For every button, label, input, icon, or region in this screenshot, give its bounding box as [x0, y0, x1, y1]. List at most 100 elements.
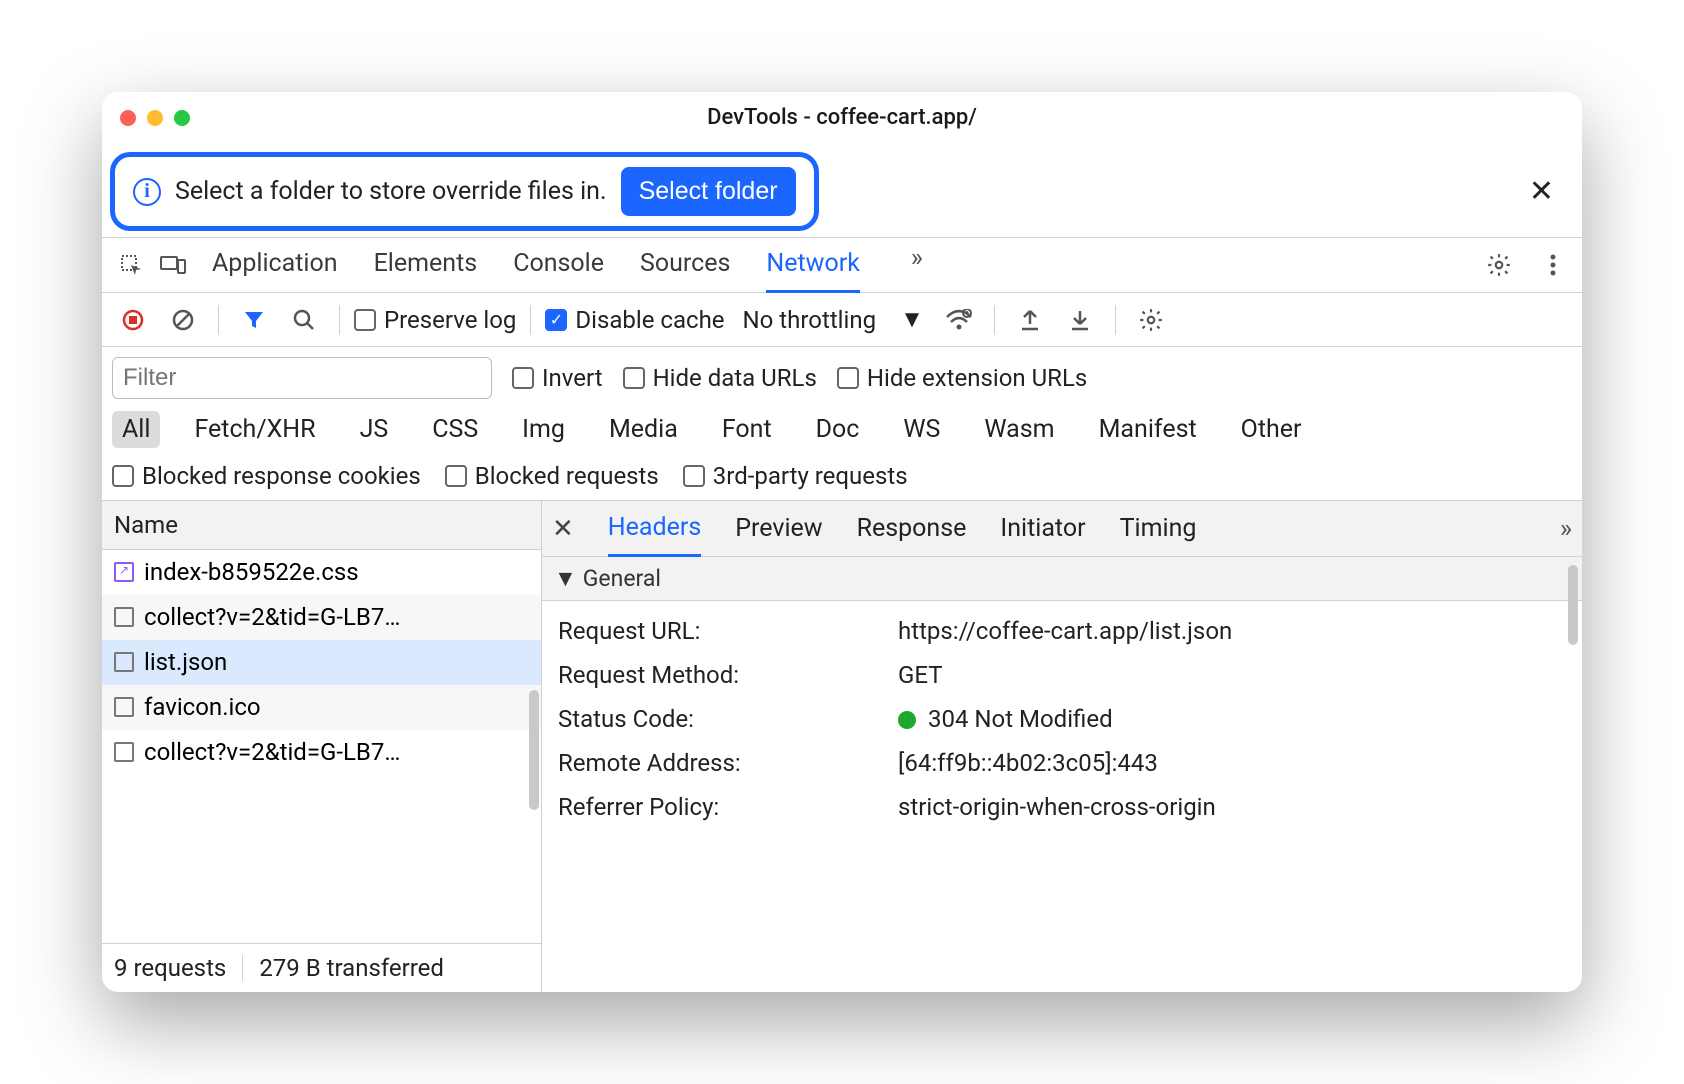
- select-folder-button[interactable]: Select folder: [621, 167, 796, 216]
- network-toolbar: Preserve log ✓Disable cache No throttlin…: [102, 293, 1582, 347]
- more-detail-tabs-icon[interactable]: »: [1560, 514, 1572, 544]
- detail-tab-preview[interactable]: Preview: [735, 502, 822, 555]
- inspect-element-icon[interactable]: [110, 244, 152, 286]
- window-title: DevTools - coffee-cart.app/: [707, 105, 977, 130]
- preserve-log-checkbox[interactable]: Preserve log: [354, 306, 516, 334]
- field-request-url: Request URL:https://coffee-cart.app/list…: [558, 609, 1566, 653]
- info-icon: i: [133, 178, 161, 206]
- type-img[interactable]: Img: [512, 411, 575, 448]
- detail-tab-response[interactable]: Response: [857, 502, 967, 555]
- file-icon: [114, 697, 134, 717]
- status-dot-icon: [898, 711, 916, 729]
- disable-cache-label: Disable cache: [575, 306, 724, 334]
- search-icon[interactable]: [283, 299, 325, 341]
- field-status-code: Status Code:304 Not Modified: [558, 697, 1566, 741]
- main-tabs-row: Application Elements Console Sources Net…: [102, 237, 1582, 293]
- type-doc[interactable]: Doc: [806, 411, 870, 448]
- file-icon: [114, 742, 134, 762]
- requests-pane: Name index-b859522e.css collect?v=2&tid=…: [102, 501, 542, 992]
- disclosure-triangle-icon: ▼: [554, 565, 577, 592]
- maximize-window-button[interactable]: [174, 110, 190, 126]
- type-manifest[interactable]: Manifest: [1089, 411, 1207, 448]
- type-other[interactable]: Other: [1231, 411, 1312, 448]
- tab-application[interactable]: Application: [212, 237, 338, 293]
- infobar-message: Select a folder to store override files …: [175, 177, 607, 206]
- transferred-size: 279 B transferred: [259, 954, 444, 982]
- type-ws[interactable]: WS: [893, 411, 950, 448]
- detail-tab-initiator[interactable]: Initiator: [1000, 502, 1085, 555]
- detail-tabs: ✕ Headers Preview Response Initiator Tim…: [542, 501, 1582, 557]
- close-window-button[interactable]: [120, 110, 136, 126]
- minimize-window-button[interactable]: [147, 110, 163, 126]
- device-toggle-icon[interactable]: [152, 244, 194, 286]
- request-row[interactable]: favicon.ico: [102, 685, 541, 730]
- tab-console[interactable]: Console: [513, 237, 604, 293]
- tab-elements[interactable]: Elements: [374, 237, 478, 293]
- download-har-icon[interactable]: [1059, 299, 1101, 341]
- network-settings-icon[interactable]: [1130, 299, 1172, 341]
- type-js[interactable]: JS: [350, 411, 399, 448]
- blocked-requests-checkbox[interactable]: Blocked requests: [445, 462, 659, 490]
- general-section-header[interactable]: ▼ General: [542, 557, 1582, 601]
- general-fields: Request URL:https://coffee-cart.app/list…: [542, 601, 1582, 837]
- type-all[interactable]: All: [112, 411, 160, 448]
- field-remote-address: Remote Address:[64:ff9b::4b02:3c05]:443: [558, 741, 1566, 785]
- detail-tab-timing[interactable]: Timing: [1120, 502, 1197, 555]
- type-font[interactable]: Font: [712, 411, 782, 448]
- network-conditions-icon[interactable]: [938, 299, 980, 341]
- invert-checkbox[interactable]: Invert: [512, 364, 603, 392]
- filter-row: Invert Hide data URLs Hide extension URL…: [102, 347, 1582, 405]
- more-tabs-icon[interactable]: »: [896, 237, 938, 279]
- type-filters: All Fetch/XHR JS CSS Img Media Font Doc …: [102, 405, 1582, 454]
- titlebar: DevTools - coffee-cart.app/: [102, 92, 1582, 144]
- detail-tab-headers[interactable]: Headers: [608, 501, 701, 557]
- detail-body: ▼ General Request URL:https://coffee-car…: [542, 557, 1582, 992]
- throttling-select[interactable]: No throttling ▼: [743, 305, 924, 334]
- settings-icon[interactable]: [1478, 244, 1520, 286]
- filter-input[interactable]: [112, 357, 492, 399]
- tab-sources[interactable]: Sources: [640, 237, 730, 293]
- scrollbar-thumb[interactable]: [1568, 565, 1578, 645]
- file-icon: [114, 607, 134, 627]
- file-icon: [114, 562, 134, 582]
- hide-data-urls-checkbox[interactable]: Hide data URLs: [623, 364, 817, 392]
- status-bar: 9 requests 279 B transferred: [102, 943, 541, 992]
- detail-pane: ✕ Headers Preview Response Initiator Tim…: [542, 501, 1582, 992]
- devtools-window: DevTools - coffee-cart.app/ i Select a f…: [102, 92, 1582, 992]
- traffic-lights: [120, 110, 190, 126]
- hide-extension-urls-checkbox[interactable]: Hide extension URLs: [837, 364, 1087, 392]
- request-row[interactable]: collect?v=2&tid=G-LB7…: [102, 595, 541, 640]
- main-tabs: Application Elements Console Sources Net…: [212, 237, 938, 293]
- type-wasm[interactable]: Wasm: [974, 411, 1064, 448]
- third-party-checkbox[interactable]: 3rd-party requests: [683, 462, 908, 490]
- name-column-header[interactable]: Name: [102, 501, 541, 550]
- close-infobar-button[interactable]: ✕: [1529, 174, 1554, 209]
- scrollbar-thumb[interactable]: [529, 690, 539, 810]
- upload-har-icon[interactable]: [1009, 299, 1051, 341]
- disable-cache-checkbox[interactable]: ✓Disable cache: [545, 306, 724, 334]
- kebab-menu-icon[interactable]: [1532, 244, 1574, 286]
- main-split: Name index-b859522e.css collect?v=2&tid=…: [102, 501, 1582, 992]
- throttling-value: No throttling: [743, 306, 877, 334]
- field-referrer-policy: Referrer Policy:strict-origin-when-cross…: [558, 785, 1566, 829]
- record-button[interactable]: [112, 299, 154, 341]
- request-row[interactable]: collect?v=2&tid=G-LB7…: [102, 730, 541, 775]
- request-row[interactable]: index-b859522e.css: [102, 550, 541, 595]
- blocked-cookies-checkbox[interactable]: Blocked response cookies: [112, 462, 421, 490]
- type-media[interactable]: Media: [599, 411, 688, 448]
- field-request-method: Request Method:GET: [558, 653, 1566, 697]
- infobar-wrap: i Select a folder to store override file…: [102, 144, 1582, 237]
- filter-icon[interactable]: [233, 299, 275, 341]
- chevron-down-icon: ▼: [900, 305, 924, 334]
- extra-filters: Blocked response cookies Blocked request…: [102, 454, 1582, 501]
- request-count: 9 requests: [114, 954, 226, 982]
- type-css[interactable]: CSS: [422, 411, 488, 448]
- file-icon: [114, 652, 134, 672]
- preserve-log-label: Preserve log: [384, 306, 516, 334]
- close-detail-button[interactable]: ✕: [552, 514, 574, 544]
- request-row[interactable]: list.json: [102, 640, 541, 685]
- request-list: index-b859522e.css collect?v=2&tid=G-LB7…: [102, 550, 541, 943]
- clear-button[interactable]: [162, 299, 204, 341]
- type-fetchxhr[interactable]: Fetch/XHR: [184, 411, 325, 448]
- tab-network[interactable]: Network: [766, 237, 859, 293]
